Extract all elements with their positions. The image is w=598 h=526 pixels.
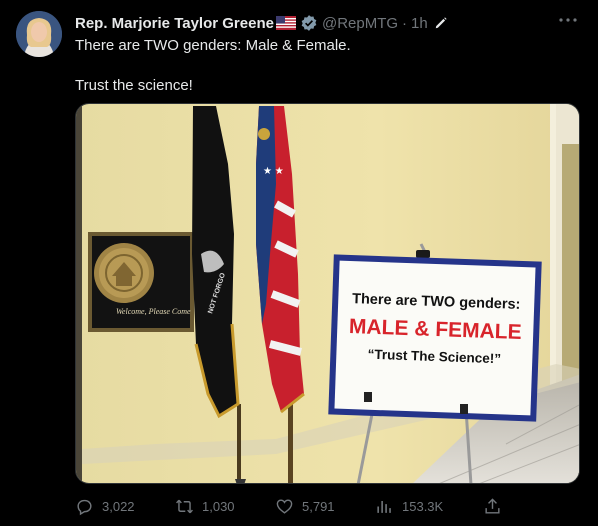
tweet-text-line-2: Trust the science!	[75, 77, 193, 94]
views-count: 153.3K	[402, 498, 444, 514]
repost-count: 1,030	[202, 498, 235, 514]
like-button[interactable]: 5,791	[275, 494, 335, 518]
avatar[interactable]	[16, 11, 62, 57]
tweet-header: Rep. Marjorie Taylor Greene @RepMTG · 1h	[75, 12, 580, 34]
share-icon	[485, 497, 500, 514]
tweet-text: There are TWO genders: Male & Female. Tr…	[75, 36, 575, 96]
plaque-text: Welcome, Please Come	[116, 307, 191, 316]
repost-button[interactable]: 1,030	[175, 494, 235, 518]
reply-button[interactable]: 3,022	[75, 494, 135, 518]
views-button[interactable]: 153.3K	[375, 494, 443, 518]
verified-icon[interactable]	[300, 14, 318, 32]
like-count: 5,791	[302, 498, 335, 514]
tweet-text-line-1: There are TWO genders: Male & Female.	[75, 37, 351, 54]
views-icon	[377, 500, 391, 513]
edit-icon[interactable]	[434, 16, 448, 30]
svg-text:★ ★: ★ ★	[263, 166, 284, 177]
share-button[interactable]	[483, 494, 510, 518]
flag-icon	[275, 16, 296, 30]
like-icon	[276, 498, 293, 514]
tweet-photo[interactable]: Welcome, Please Come NOT FORGO ★ ★ There…	[75, 103, 580, 484]
avatar-photo	[16, 11, 62, 57]
more-icon[interactable]	[556, 10, 580, 30]
photo-scene: Welcome, Please Come NOT FORGO ★ ★ There…	[76, 104, 579, 483]
author-name[interactable]: Rep. Marjorie Taylor Greene	[75, 15, 274, 32]
repost-icon	[176, 499, 193, 513]
separator-dot: ·	[402, 14, 408, 32]
reply-icon	[77, 499, 92, 515]
tweet-actions: 3,022 1,030 5,791 153.3K	[75, 494, 580, 518]
author-handle[interactable]: @RepMTG	[322, 15, 398, 32]
reply-count: 3,022	[102, 498, 135, 514]
timestamp[interactable]: 1h	[411, 15, 428, 32]
